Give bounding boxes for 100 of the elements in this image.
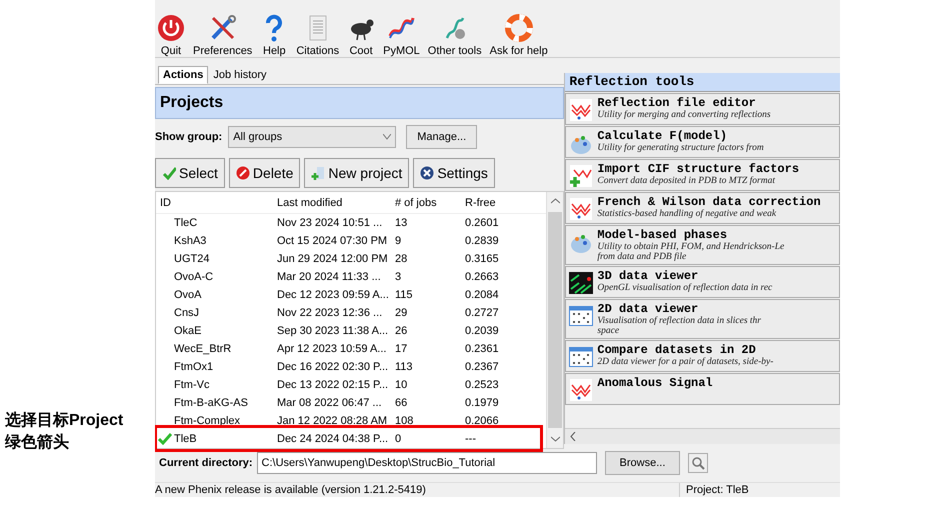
settings-icon <box>420 166 434 180</box>
table-cell: FtmOx1 <box>174 361 214 373</box>
table-cell-text: 0.2523 <box>464 379 500 391</box>
column-header[interactable]: # of jobs <box>391 196 461 208</box>
table-cell-text: 26 <box>394 325 408 337</box>
tool-item[interactable]: 2D data viewer Visualisation of reflection data in slices thr space <box>565 299 840 339</box>
vertical-scrollbar[interactable] <box>546 192 564 448</box>
search-button[interactable] <box>688 453 708 473</box>
table-row[interactable]: OvoA-C Mar 20 2024 11:33 ... 3 0.2663 <box>156 268 546 286</box>
table-cell: Ftm-Complex <box>174 415 240 427</box>
tool-description: Visualisation of reflection data in slices thr <box>597 316 762 326</box>
table-cell: OvoA <box>174 289 202 301</box>
tool-item[interactable]: French & Wilson data correction Statistics-based handling of negative and weak <box>565 192 840 224</box>
toolbar-button[interactable]: Preferences <box>193 14 252 57</box>
tool-item[interactable]: Import CIF structure factors Convert data deposited in PDB to MTZ format <box>565 159 840 191</box>
table-row[interactable]: WecE_BtrR Apr 12 2023 10:59 A... 17 0.2361 <box>156 340 546 358</box>
table-cell-text: 0.2663 <box>464 271 500 283</box>
browse-button[interactable]: Browse... <box>604 451 680 475</box>
tool-description: space <box>597 326 620 336</box>
tool-item[interactable]: Compare datasets in 2D 2D data viewer for a pair of datasets, side-by- <box>565 340 840 372</box>
toolbar-button[interactable]: Quit <box>157 14 185 57</box>
tool-item[interactable]: Reflection file editor Utility for merging and converting reflections <box>565 93 840 125</box>
tool-title: Compare datasets in 2D <box>597 343 757 357</box>
tool-description: Utility to obtain PHI, FOM, and Hendrickson-Le <box>597 242 784 252</box>
table-row[interactable]: Ftm-B-aKG-AS Mar 08 2022 06:47 ... 66 0.1979 <box>156 394 546 412</box>
table-cell-text: 13 <box>394 217 408 229</box>
table-row[interactable]: Ftm-Complex Jan 12 2022 08:28 AM 108 0.2066 <box>156 412 546 430</box>
action-button[interactable]: Settings <box>413 158 495 188</box>
scroll-down-icon <box>550 436 560 442</box>
table-cell: Ftm-B-aKG-AS <box>174 397 248 409</box>
table-cell-text: 0.2066 <box>464 415 500 427</box>
column-header[interactable]: Last modified <box>273 196 391 208</box>
table-row[interactable]: OkaE Sep 30 2023 11:38 A... 26 0.2039 <box>156 322 546 340</box>
annotation-text: 选择目标Project <box>4 410 124 431</box>
power-icon <box>157 14 185 42</box>
table-cell: OkaE <box>174 325 202 337</box>
table-cell-text: Oct 15 2024 07:30 PM <box>276 235 388 247</box>
horizontal-scrollbar[interactable] <box>565 428 840 444</box>
table-cell-text: 115 <box>394 289 414 301</box>
chevron-down-icon <box>383 134 392 140</box>
table-cell-text: 0.2367 <box>464 361 500 373</box>
column-header[interactable]: R-free <box>461 196 546 208</box>
table-cell-text: Nov 22 2023 12:36 ... <box>276 307 384 319</box>
table-cell-text: 0.2084 <box>464 289 500 301</box>
table-cell-text: Dec 12 2023 09:59 A... <box>276 289 390 301</box>
table-cell: TleC <box>174 217 198 229</box>
table-row[interactable]: Ftm-Vc Dec 13 2022 02:15 P... 10 0.2523 <box>156 376 546 394</box>
tool-item[interactable]: 3D data viewer OpenGL visualisation of reflection data in rec <box>565 266 840 298</box>
table-cell: Ftm-Vc <box>174 379 210 391</box>
table-cell: TleB <box>174 433 197 445</box>
tool-item[interactable]: Model-based phases Utility to obtain PHI, FOM, and Hendrickson-Le from data and PDB file <box>565 225 840 265</box>
tool-item[interactable]: Anomalous Signal <box>565 373 840 405</box>
table-row[interactable]: UGT24 Jun 29 2024 12:00 PM 28 0.3165 <box>156 250 546 268</box>
grid-window-icon <box>569 304 594 328</box>
table-cell-text: Mar 08 2022 06:47 ... <box>276 397 383 409</box>
table-row[interactable]: FtmOx1 Dec 16 2022 02:30 P... 113 0.2367 <box>156 358 546 376</box>
column-header[interactable]: ID <box>156 196 273 208</box>
no-entry-icon <box>236 166 250 180</box>
table-row[interactable]: TleC Nov 23 2024 10:51 ... 13 0.2601 <box>156 214 546 232</box>
tool-title: French & Wilson data correction <box>597 195 821 209</box>
table-cell: KshA3 <box>174 235 206 247</box>
toolbar-button[interactable]: Ask for help <box>490 14 548 57</box>
table-cell-text: Dec 16 2022 02:30 P... <box>276 361 390 373</box>
tool-title: Import CIF structure factors <box>597 162 800 176</box>
group-dropdown[interactable]: All groups <box>228 126 396 148</box>
action-button[interactable]: New project <box>304 158 410 188</box>
toolbar-button[interactable]: Coot <box>347 14 376 57</box>
table-row[interactable]: KshA3 Oct 15 2024 07:30 PM 9 0.2839 <box>156 232 546 250</box>
table-row[interactable]: OvoA Dec 12 2023 09:59 A... 115 0.2084 <box>156 286 546 304</box>
toolbar-button[interactable]: Help <box>260 14 288 57</box>
table-row[interactable]: CnsJ Nov 22 2023 12:36 ... 29 0.2727 <box>156 304 546 322</box>
table-cell-text: 17 <box>394 343 408 355</box>
tool-title: Model-based phases <box>597 228 728 242</box>
table-cell-text: --- <box>464 433 477 445</box>
toolbar-button[interactable]: Citations <box>296 14 340 57</box>
toolbar-button[interactable]: Other tools <box>428 14 482 57</box>
table-row[interactable]: TleB Dec 24 2024 04:38 P... 0 --- <box>156 430 546 448</box>
scroll-up-icon <box>550 198 560 204</box>
document-plus-icon <box>311 166 326 180</box>
panel-title: Reflection tools <box>565 73 840 92</box>
table-cell-text: 113 <box>394 361 414 373</box>
toolbar-button[interactable]: PyMOL <box>383 14 420 57</box>
tab[interactable]: Job history <box>208 66 272 84</box>
table-cell-text: Dec 24 2024 04:38 P... <box>276 433 390 445</box>
table-cell-text: Sep 30 2023 11:38 A... <box>276 325 390 337</box>
status-message: A new Phenix release is available (version 1.21.2-5419) <box>155 483 426 497</box>
tool-item[interactable]: Calculate F(model) Utility for generating structure factors from <box>565 126 840 158</box>
chart-lines-icon <box>569 197 594 221</box>
table-cell-text: 0.2601 <box>464 217 500 229</box>
table-cell-text: 29 <box>394 307 408 319</box>
action-button[interactable]: Select <box>155 158 225 188</box>
table-cell-text: Dec 13 2022 02:15 P... <box>276 379 390 391</box>
field-label: Show group: <box>155 131 222 143</box>
table-cell-text: Nov 23 2024 10:51 ... <box>276 217 384 229</box>
manage-button[interactable]: Manage... <box>406 125 478 149</box>
tool-description: 2D data viewer for a pair of datasets, side-by- <box>597 357 774 367</box>
action-button[interactable]: Delete <box>228 158 300 188</box>
tab[interactable]: Actions <box>158 66 208 84</box>
table-cell: CnsJ <box>174 307 200 319</box>
directory-field[interactable]: C:\Users\Yanwupeng\Desktop\StrucBio_Tutorial <box>256 452 597 474</box>
